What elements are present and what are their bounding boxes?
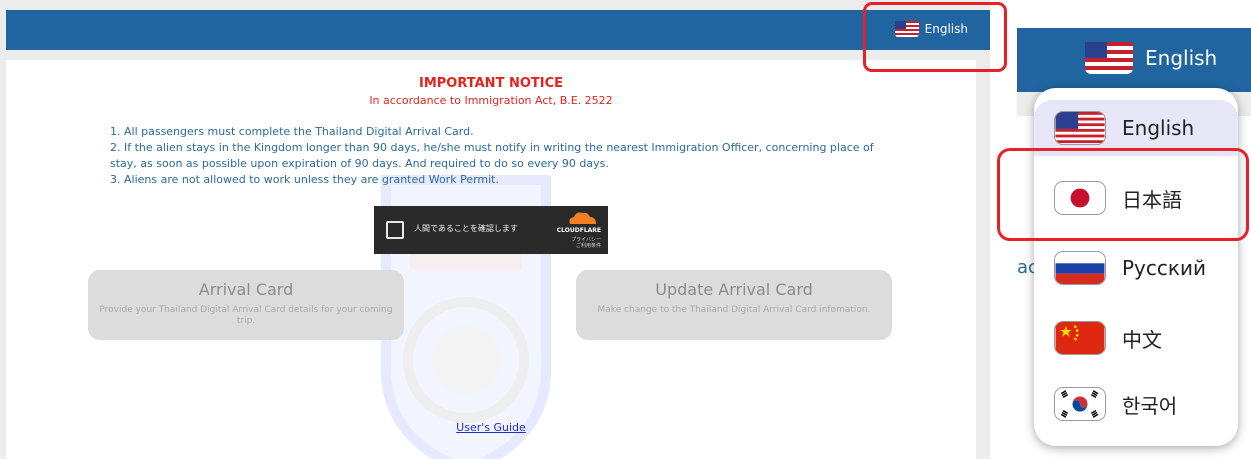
tile-description: Make change to the Thailand Digital Arri… [597, 305, 871, 315]
language-option-label: 한국어 [1122, 393, 1178, 418]
tile-description: Provide your Thailand Digital Arrival Ca… [99, 305, 393, 326]
language-option-label: Русский [1122, 256, 1206, 280]
language-option-chinese[interactable]: 中文 [1034, 310, 1238, 366]
tile-title: Arrival Card [198, 280, 294, 299]
rule-item: 3. Aliens are not allowed to work unless… [110, 173, 499, 186]
human-verification-checkbox[interactable] [386, 221, 404, 239]
language-option-russian[interactable]: Русский [1034, 240, 1238, 296]
language-label: English [1145, 46, 1218, 70]
highlight-box-language-selector [863, 2, 1007, 72]
cloudflare-captcha: 人間であることを確認します CLOUDFLARE プライバシー ご利用条件 [374, 206, 608, 254]
rule-item: 1. All passengers must complete the Thai… [110, 125, 474, 138]
cloudflare-logo-text: CLOUDFLARE [556, 227, 601, 234]
language-option-label: English [1122, 116, 1195, 140]
notice-subtitle: In accordance to Immigration Act, B.E. 2… [369, 94, 613, 107]
top-bar: English [1017, 28, 1251, 92]
language-selector[interactable]: English [1085, 42, 1217, 74]
language-dropdown: English 日本語 Русский 中文 한국어 [1034, 88, 1238, 446]
content-card: IMPORTANT NOTICE In accordance to Immigr… [6, 60, 976, 459]
captcha-label: 人間であることを確認します [414, 224, 518, 233]
cn-flag-icon [1054, 321, 1106, 355]
top-bar: English [6, 10, 990, 50]
ru-flag-icon [1054, 251, 1106, 285]
us-flag-icon [1054, 111, 1106, 145]
us-flag-icon [1085, 42, 1133, 74]
terms-link[interactable]: ご利用条件 [571, 243, 601, 249]
update-arrival-card-button[interactable]: Update Arrival Card Make change to the T… [576, 270, 892, 340]
captcha-links: プライバシー ご利用条件 [571, 237, 601, 249]
composite-screenshot: English IMPORTANT NOTICE In accordance t… [0, 0, 1251, 459]
highlight-box-japanese-option [997, 148, 1249, 241]
tile-title: Update Arrival Card [655, 280, 813, 299]
rule-item: 2. If the alien stays in the Kingdom lon… [110, 141, 874, 170]
cloudflare-cloud-icon [569, 212, 596, 224]
arrival-card-page: English IMPORTANT NOTICE In accordance t… [0, 0, 990, 459]
language-option-label: 中文 [1122, 327, 1162, 352]
notice-rules: 1. All passengers must complete the Thai… [110, 124, 900, 188]
arrival-card-button[interactable]: Arrival Card Provide your Thailand Digit… [88, 270, 404, 340]
notice-title: IMPORTANT NOTICE [418, 76, 564, 91]
language-option-korean[interactable]: 한국어 [1034, 376, 1238, 432]
users-guide-link[interactable]: User's Guide [6, 421, 976, 434]
kr-flag-icon [1054, 387, 1106, 421]
